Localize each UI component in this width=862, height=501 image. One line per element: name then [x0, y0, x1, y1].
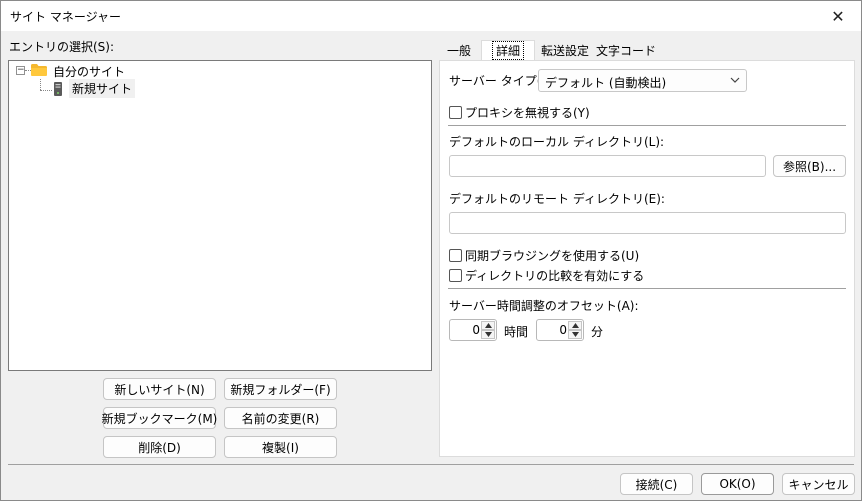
sync-browsing-checkbox[interactable] — [449, 249, 462, 262]
tree-item-new-site[interactable]: 新規サイト — [69, 79, 136, 98]
remote-dir-label: デフォルトのリモート ディレクトリ(E): — [449, 192, 665, 206]
dir-compare-option[interactable]: ディレクトリの比較を有効にする — [449, 267, 644, 284]
chevron-down-icon — [730, 77, 740, 83]
minutes-offset-value: 0 — [559, 323, 567, 337]
close-icon: ✕ — [831, 6, 845, 26]
hours-offset-stepper[interactable]: 0 — [449, 319, 497, 341]
collapse-toggle-icon[interactable]: − — [16, 66, 25, 75]
minutes-increment-button[interactable] — [568, 321, 582, 330]
dir-compare-label: ディレクトリの比較を有効にする — [465, 269, 645, 283]
local-dir-label: デフォルトのローカル ディレクトリ(L): — [449, 135, 665, 149]
minutes-decrement-button[interactable] — [568, 330, 582, 339]
minutes-unit-label: 分 — [591, 325, 604, 339]
title-bar: サイト マネージャー ✕ — [1, 1, 861, 31]
browse-button[interactable]: 参照(B)... — [773, 155, 846, 177]
caret-up-icon — [484, 323, 492, 328]
hours-offset-value: 0 — [472, 323, 480, 337]
cancel-button[interactable]: キャンセル — [782, 473, 855, 495]
server-type-select[interactable]: デフォルト (自動検出) — [538, 69, 747, 92]
tab-general[interactable]: 一般 — [439, 40, 479, 60]
advanced-tab-panel: サーバー タイプ(T): デフォルト (自動検出) プロキシを無視する(Y) デ… — [439, 60, 855, 457]
remote-dir-input[interactable] — [449, 212, 846, 234]
ok-button[interactable]: OK(O) — [701, 473, 774, 495]
close-button[interactable]: ✕ — [815, 1, 861, 31]
section-divider — [448, 125, 846, 126]
tree-connector — [40, 79, 41, 90]
site-manager-window: サイト マネージャー ✕ エントリの選択(S): − 自分のサイト 新規サイト … — [0, 0, 862, 501]
sync-browsing-label: 同期ブラウジングを使用する(U) — [465, 249, 640, 263]
bypass-proxy-option[interactable]: プロキシを無視する(Y) — [449, 104, 590, 121]
new-bookmark-button[interactable]: 新規ブックマーク(M) — [102, 407, 217, 429]
tab-advanced-label: 詳細 — [491, 41, 524, 60]
tree-folder-my-sites[interactable]: 自分のサイト — [53, 63, 125, 80]
hours-increment-button[interactable] — [481, 321, 495, 330]
server-icon — [54, 82, 62, 96]
new-site-button[interactable]: 新しいサイト(N) — [103, 378, 216, 400]
time-offset-label: サーバー時間調整のオフセット(A): — [449, 299, 639, 313]
rename-button[interactable]: 名前の変更(R) — [224, 407, 337, 429]
window-title: サイト マネージャー — [10, 10, 121, 24]
bypass-proxy-label: プロキシを無視する(Y) — [465, 106, 590, 120]
caret-down-icon — [571, 332, 579, 337]
new-folder-button[interactable]: 新規フォルダー(F) — [224, 378, 337, 400]
footer-divider — [8, 464, 854, 465]
duplicate-button[interactable]: 複製(I) — [224, 436, 337, 458]
dir-compare-checkbox[interactable] — [449, 269, 462, 282]
sync-browsing-option[interactable]: 同期ブラウジングを使用する(U) — [449, 247, 639, 264]
hours-decrement-button[interactable] — [481, 330, 495, 339]
bypass-proxy-checkbox[interactable] — [449, 106, 462, 119]
tab-charset[interactable]: 文字コード — [596, 40, 656, 60]
minutes-offset-stepper[interactable]: 0 — [536, 319, 584, 341]
tree-connector — [40, 90, 52, 91]
folder-icon — [31, 64, 47, 76]
tab-transfer-settings[interactable]: 転送設定 — [538, 40, 592, 60]
server-type-value: デフォルト (自動検出) — [545, 76, 667, 90]
connect-button[interactable]: 接続(C) — [620, 473, 693, 495]
caret-down-icon — [484, 332, 492, 337]
section-divider — [448, 288, 846, 289]
local-dir-input[interactable] — [449, 155, 766, 177]
hours-unit-label: 時間 — [504, 325, 529, 339]
site-tree[interactable]: − 自分のサイト 新規サイト — [8, 60, 432, 371]
caret-up-icon — [571, 323, 579, 328]
tab-advanced[interactable]: 詳細 — [481, 40, 535, 60]
delete-button[interactable]: 削除(D) — [103, 436, 216, 458]
entry-select-label: エントリの選択(S): — [9, 40, 115, 54]
